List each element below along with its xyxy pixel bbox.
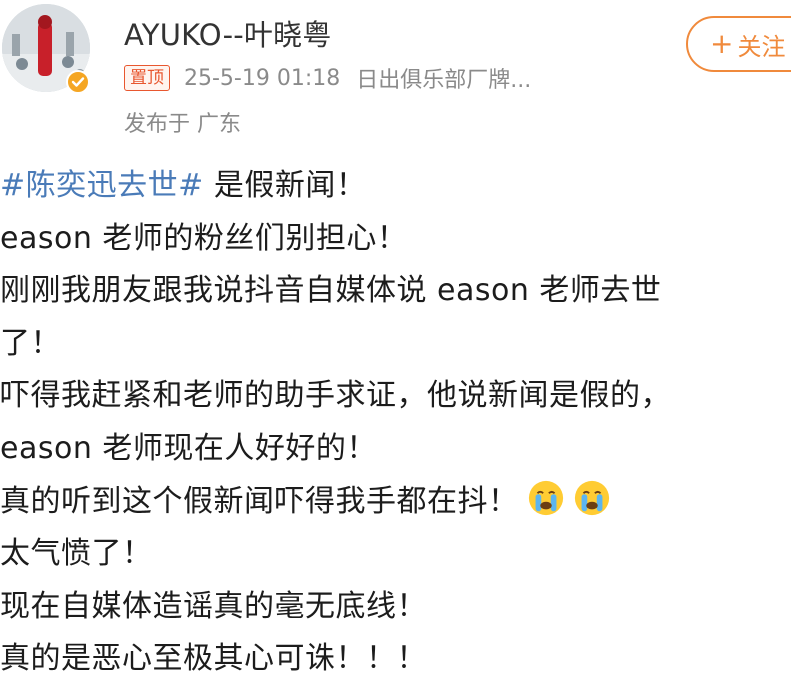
post-text: 真的听到这个假新闻吓得我手都在抖！ (0, 483, 519, 519)
username[interactable]: AYUKO--叶晓粤 (124, 12, 332, 54)
post-line: 真的听到这个假新闻吓得我手都在抖！ (0, 476, 791, 529)
follow-label: 关注 (737, 32, 786, 61)
post-line: 刚刚我朋友跟我说抖音自媒体说 eason 老师去世 (0, 273, 662, 309)
post-line: 真的是恶心至极其心可诛！！！ (0, 641, 427, 677)
crying-face-icon (574, 480, 609, 515)
verified-badge-icon (66, 70, 90, 94)
post-location: 发布于 广东 (124, 112, 241, 137)
post-line: #陈奕迅去世# 是假新闻！ (0, 160, 791, 213)
post-meta: 置顶 25-5-19 01:18 日出俱乐部厂牌... (124, 62, 531, 94)
post-line: 吓得我赶紧和老师的助手求证，他说新闻是假的， (0, 378, 671, 414)
post-line: 了！ (0, 325, 61, 361)
plus-icon: + (710, 27, 734, 60)
post-body: #陈奕迅去世# 是假新闻！ eason 老师的粉丝们别担心！ 刚刚我朋友跟我说抖… (0, 160, 791, 686)
post-source[interactable]: 日出俱乐部厂牌... (356, 62, 531, 94)
pinned-badge: 置顶 (124, 65, 170, 91)
post-line: 太气愤了！ (0, 536, 153, 572)
crying-face-icon (528, 480, 563, 515)
post-line: 现在自媒体造谣真的毫无底线！ (0, 588, 427, 624)
post-line: eason 老师的粉丝们别担心！ (0, 220, 408, 256)
post-line: eason 老师现在人好好的！ (0, 430, 377, 466)
follow-button[interactable]: + 关注 (686, 16, 791, 72)
topic-link[interactable]: #陈奕迅去世# (0, 168, 204, 203)
post-text: 是假新闻！ (203, 168, 367, 203)
post-header: AYUKO--叶晓粤 置顶 25-5-19 01:18 日出俱乐部厂牌... 发… (0, 0, 791, 140)
post-timestamp: 25-5-19 01:18 (184, 65, 341, 91)
